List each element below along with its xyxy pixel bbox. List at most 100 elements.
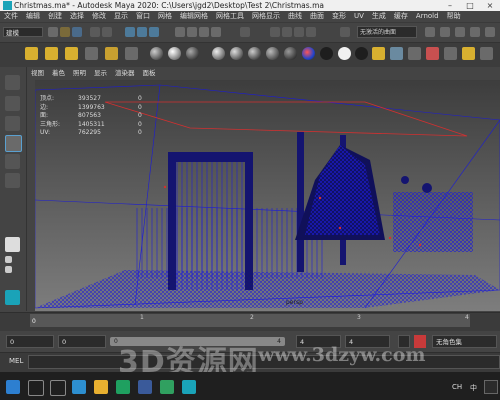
store-icon[interactable]: [138, 380, 152, 394]
menu-cache[interactable]: 缓存: [390, 11, 412, 22]
channel-box-icon[interactable]: [485, 27, 495, 37]
maximize-button[interactable]: □: [460, 0, 480, 11]
menu-uv[interactable]: UV: [350, 11, 368, 22]
two-view-layout-icon[interactable]: [5, 266, 12, 273]
maya-taskbar-icon[interactable]: [182, 380, 196, 394]
color-material-icon[interactable]: [302, 47, 315, 60]
character-set-field[interactable]: 无角色集: [432, 335, 497, 348]
select-hierarchy-icon[interactable]: [125, 27, 135, 37]
open-scene-icon[interactable]: [60, 27, 70, 37]
menu-window[interactable]: 窗口: [132, 11, 154, 22]
menu-select[interactable]: 选择: [66, 11, 88, 22]
skydome-light-icon[interactable]: [105, 47, 118, 60]
menu-curves[interactable]: 曲线: [284, 11, 306, 22]
select-tool-icon[interactable]: [5, 75, 20, 90]
render-current-frame-icon[interactable]: [270, 27, 280, 37]
input-field-mode-icon[interactable]: [340, 27, 350, 37]
redo-icon[interactable]: [102, 27, 112, 37]
lasso-tool-icon[interactable]: [5, 96, 20, 111]
panel-menu-view[interactable]: 视图: [27, 67, 48, 79]
material-sphere-icon[interactable]: [168, 47, 181, 60]
camera-icon[interactable]: [125, 47, 138, 60]
edge-icon[interactable]: [116, 380, 130, 394]
file-explorer-icon[interactable]: [94, 380, 108, 394]
texture-icon[interactable]: [444, 47, 457, 60]
black-sphere-icon[interactable]: [355, 47, 368, 60]
input-method-label[interactable]: 中: [470, 383, 477, 393]
maya-home-icon[interactable]: [5, 290, 20, 305]
menu-mesh-display[interactable]: 网格显示: [248, 11, 284, 22]
sign-in-icon[interactable]: [425, 27, 435, 37]
white-sphere-icon[interactable]: [338, 47, 351, 60]
minimize-button[interactable]: –: [440, 0, 460, 11]
search-icon[interactable]: [28, 380, 44, 396]
panel-menu-lighting[interactable]: 照明: [69, 67, 90, 79]
panel-menu-show[interactable]: 显示: [90, 67, 111, 79]
select-object-icon[interactable]: [137, 27, 147, 37]
attribute-editor-icon[interactable]: [455, 27, 465, 37]
area-light-icon[interactable]: [85, 47, 98, 60]
menu-generate[interactable]: 生成: [368, 11, 390, 22]
select-component-icon[interactable]: [149, 27, 159, 37]
start-time-field[interactable]: 0: [6, 335, 54, 348]
shelf-options-icon[interactable]: [480, 47, 493, 60]
hypershade-icon[interactable]: [306, 27, 316, 37]
arnold-render-icon[interactable]: [426, 47, 439, 60]
tool-settings-icon[interactable]: [470, 27, 480, 37]
menu-deform[interactable]: 变形: [328, 11, 350, 22]
four-view-layout-icon[interactable]: [5, 256, 12, 263]
rotate-tool-icon[interactable]: [5, 154, 20, 169]
history-icon[interactable]: [240, 27, 250, 37]
material-sphere-icon[interactable]: [150, 47, 163, 60]
ime-indicator[interactable]: CH: [452, 383, 462, 391]
ipr-render-icon[interactable]: [282, 27, 292, 37]
render-settings-icon[interactable]: [294, 27, 304, 37]
perspective-viewport[interactable]: [35, 80, 500, 311]
menu-edit[interactable]: 编辑: [22, 11, 44, 22]
menu-edit-mesh[interactable]: 编辑网格: [176, 11, 212, 22]
material-sphere-icon[interactable]: [248, 47, 261, 60]
menu-display[interactable]: 显示: [110, 11, 132, 22]
menu-mesh-tools[interactable]: 网格工具: [212, 11, 248, 22]
scale-tool-icon[interactable]: [5, 173, 20, 188]
menu-arnold[interactable]: Arnold: [412, 11, 443, 22]
menu-set-selector[interactable]: 建模: [3, 27, 43, 37]
modeling-toolkit-icon[interactable]: [440, 27, 450, 37]
snap-curve-icon[interactable]: [187, 27, 197, 37]
panel-menu-shading[interactable]: 着色: [48, 67, 69, 79]
mel-label[interactable]: MEL: [9, 357, 23, 365]
black-sphere-icon[interactable]: [320, 47, 333, 60]
new-scene-icon[interactable]: [48, 27, 58, 37]
material-sphere-icon[interactable]: [186, 47, 199, 60]
save-scene-icon[interactable]: [72, 27, 82, 37]
menu-surfaces[interactable]: 曲面: [306, 11, 328, 22]
playback-controls[interactable]: [477, 314, 497, 327]
panel-menu-panels[interactable]: 面板: [139, 67, 160, 79]
paint-select-tool-icon[interactable]: [5, 116, 20, 131]
single-view-layout-icon[interactable]: [5, 237, 20, 252]
move-tool-icon[interactable]: [5, 135, 22, 152]
material-sphere-icon[interactable]: [266, 47, 279, 60]
panel-menu-renderer[interactable]: 渲染器: [111, 67, 139, 79]
live-surface-field[interactable]: 无激活的曲面: [357, 26, 417, 38]
wechat-icon[interactable]: [160, 380, 174, 394]
menu-create[interactable]: 创建: [44, 11, 66, 22]
light-editor-icon[interactable]: [390, 47, 403, 60]
material-sphere-icon[interactable]: [212, 47, 225, 60]
anim-start-field[interactable]: 0: [58, 335, 106, 348]
sun-light-icon[interactable]: [25, 47, 38, 60]
menu-modify[interactable]: 修改: [88, 11, 110, 22]
material-sphere-icon[interactable]: [284, 47, 297, 60]
arnold-flush-icon[interactable]: [408, 47, 421, 60]
menu-file[interactable]: 文件: [0, 11, 22, 22]
snap-view-plane-icon[interactable]: [211, 27, 221, 37]
notification-icon[interactable]: [484, 380, 498, 394]
menu-help[interactable]: 帮助: [443, 11, 465, 22]
close-button[interactable]: ×: [480, 0, 500, 11]
mesh-light-icon[interactable]: [462, 47, 475, 60]
snap-point-icon[interactable]: [199, 27, 209, 37]
browser-icon[interactable]: [72, 380, 86, 394]
spot-light-icon[interactable]: [65, 47, 78, 60]
windows-start-icon[interactable]: [6, 380, 20, 394]
render-view-icon[interactable]: [372, 47, 385, 60]
